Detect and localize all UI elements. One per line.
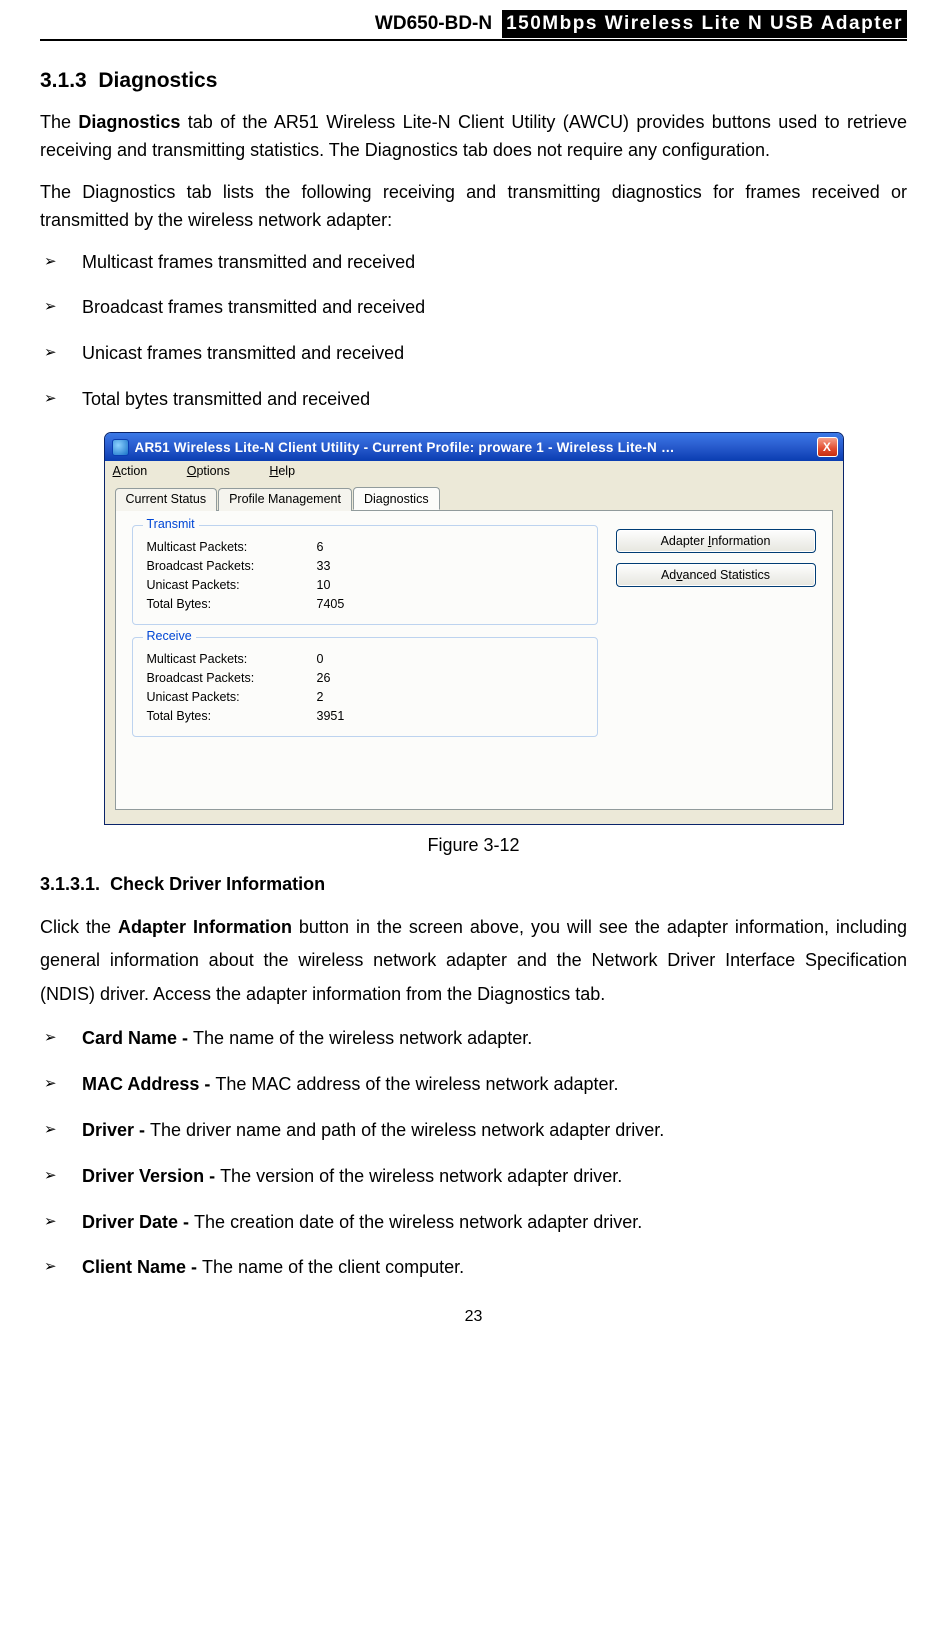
stat-label: Multicast Packets: [147, 652, 317, 666]
desc: The name of the client computer. [202, 1257, 464, 1277]
tab-profile-management[interactable]: Profile Management [218, 488, 352, 511]
stat-row: Total Bytes:3951 [147, 709, 583, 723]
diag-bullet-list: Multicast frames transmitted and receive… [40, 249, 907, 415]
list-item: MAC Address - The MAC address of the wir… [40, 1071, 907, 1099]
menu-help[interactable]: Help [269, 464, 313, 478]
stat-label: Total Bytes: [147, 597, 317, 611]
desc: The version of the wireless network adap… [220, 1166, 622, 1186]
bold-text: Diagnostics [78, 112, 180, 132]
stat-label: Total Bytes: [147, 709, 317, 723]
bold-text: Adapter Information [118, 917, 292, 937]
app-window: AR51 Wireless Lite-N Client Utility - Cu… [104, 432, 844, 825]
figure-caption: Figure 3-12 [40, 835, 907, 856]
paragraph-intro: The Diagnostics tab of the AR51 Wireless… [40, 109, 907, 165]
desc: The creation date of the wireless networ… [194, 1212, 642, 1232]
list-item: Client Name - The name of the client com… [40, 1254, 907, 1282]
stat-value: 2 [317, 690, 324, 704]
subsection-heading-check-driver: 3.1.3.1. Check Driver Information [40, 874, 907, 895]
list-item: Broadcast frames transmitted and receive… [40, 294, 907, 322]
term: Driver Version - [82, 1166, 220, 1186]
term: Driver - [82, 1120, 150, 1140]
term: Client Name - [82, 1257, 202, 1277]
list-item: Driver Version - The version of the wire… [40, 1163, 907, 1191]
doc-header: WD650-BD-N 150Mbps Wireless Lite N USB A… [40, 10, 907, 41]
stat-value: 6 [317, 540, 324, 554]
stat-value: 33 [317, 559, 331, 573]
stat-row: Total Bytes:7405 [147, 597, 583, 611]
stats-panel: Transmit Multicast Packets:6 Broadcast P… [132, 525, 598, 749]
stat-row: Broadcast Packets:26 [147, 671, 583, 685]
section-number: 3.1.3 [40, 69, 87, 92]
stat-row: Multicast Packets:6 [147, 540, 583, 554]
stat-row: Unicast Packets:10 [147, 578, 583, 592]
desc: The name of the wireless network adapter… [193, 1028, 532, 1048]
page-number: 23 [40, 1308, 907, 1326]
subsection-title: Check Driver Information [110, 874, 325, 894]
text: The [40, 112, 78, 132]
tab-panel-diagnostics: Transmit Multicast Packets:6 Broadcast P… [115, 511, 833, 810]
list-item: Card Name - The name of the wireless net… [40, 1025, 907, 1053]
stat-label: Unicast Packets: [147, 578, 317, 592]
window-title: AR51 Wireless Lite-N Client Utility - Cu… [135, 440, 813, 455]
term: MAC Address - [82, 1074, 215, 1094]
stat-label: Broadcast Packets: [147, 559, 317, 573]
button-panel: Adapter Information Advanced Statistics [616, 525, 816, 587]
stat-value: 10 [317, 578, 331, 592]
paragraph-list-intro: The Diagnostics tab lists the following … [40, 179, 907, 235]
term: Driver Date - [82, 1212, 194, 1232]
group-receive: Receive Multicast Packets:0 Broadcast Pa… [132, 637, 598, 737]
desc: The MAC address of the wireless network … [215, 1074, 618, 1094]
adapter-information-button[interactable]: Adapter Information [616, 529, 816, 553]
menu-bar: Action Options Help [105, 461, 843, 481]
list-item: Multicast frames transmitted and receive… [40, 249, 907, 277]
tab-diagnostics[interactable]: Diagnostics [353, 487, 440, 510]
section-heading-diagnostics: 3.1.3 Diagnostics [40, 69, 907, 93]
stat-value: 26 [317, 671, 331, 685]
list-item: Unicast frames transmitted and received [40, 340, 907, 368]
group-title: Receive [143, 629, 196, 643]
screenshot-figure: AR51 Wireless Lite-N Client Utility - Cu… [40, 432, 907, 825]
section-title: Diagnostics [98, 69, 217, 92]
group-title: Transmit [143, 517, 199, 531]
stat-row: Unicast Packets:2 [147, 690, 583, 704]
desc: The driver name and path of the wireless… [150, 1120, 664, 1140]
tab-current-status[interactable]: Current Status [115, 488, 218, 511]
text: Click the [40, 917, 118, 937]
model-number: WD650-BD-N [375, 13, 492, 35]
stat-label: Unicast Packets: [147, 690, 317, 704]
stat-row: Multicast Packets:0 [147, 652, 583, 666]
group-transmit: Transmit Multicast Packets:6 Broadcast P… [132, 525, 598, 625]
stat-value: 3951 [317, 709, 345, 723]
list-item: Driver - The driver name and path of the… [40, 1117, 907, 1145]
list-item: Driver Date - The creation date of the w… [40, 1209, 907, 1237]
stat-value: 0 [317, 652, 324, 666]
driver-info-bullet-list: Card Name - The name of the wireless net… [40, 1025, 907, 1282]
list-item: Total bytes transmitted and received [40, 386, 907, 414]
term: Card Name - [82, 1028, 193, 1048]
close-icon[interactable]: X [817, 437, 838, 457]
window-titlebar: AR51 Wireless Lite-N Client Utility - Cu… [105, 433, 843, 461]
stat-value: 7405 [317, 597, 345, 611]
menu-action[interactable]: Action [113, 464, 166, 478]
stat-label: Multicast Packets: [147, 540, 317, 554]
tab-strip: Current Status Profile Management Diagno… [115, 487, 833, 511]
app-icon [112, 439, 129, 456]
stat-label: Broadcast Packets: [147, 671, 317, 685]
subsection-number: 3.1.3.1. [40, 874, 100, 894]
stat-row: Broadcast Packets:33 [147, 559, 583, 573]
client-area: Current Status Profile Management Diagno… [105, 481, 843, 824]
doc-title-strip: 150Mbps Wireless Lite N USB Adapter [502, 10, 907, 38]
menu-options[interactable]: Options [187, 464, 248, 478]
advanced-statistics-button[interactable]: Advanced Statistics [616, 563, 816, 587]
paragraph-adapter-info: Click the Adapter Information button in … [40, 911, 907, 1011]
